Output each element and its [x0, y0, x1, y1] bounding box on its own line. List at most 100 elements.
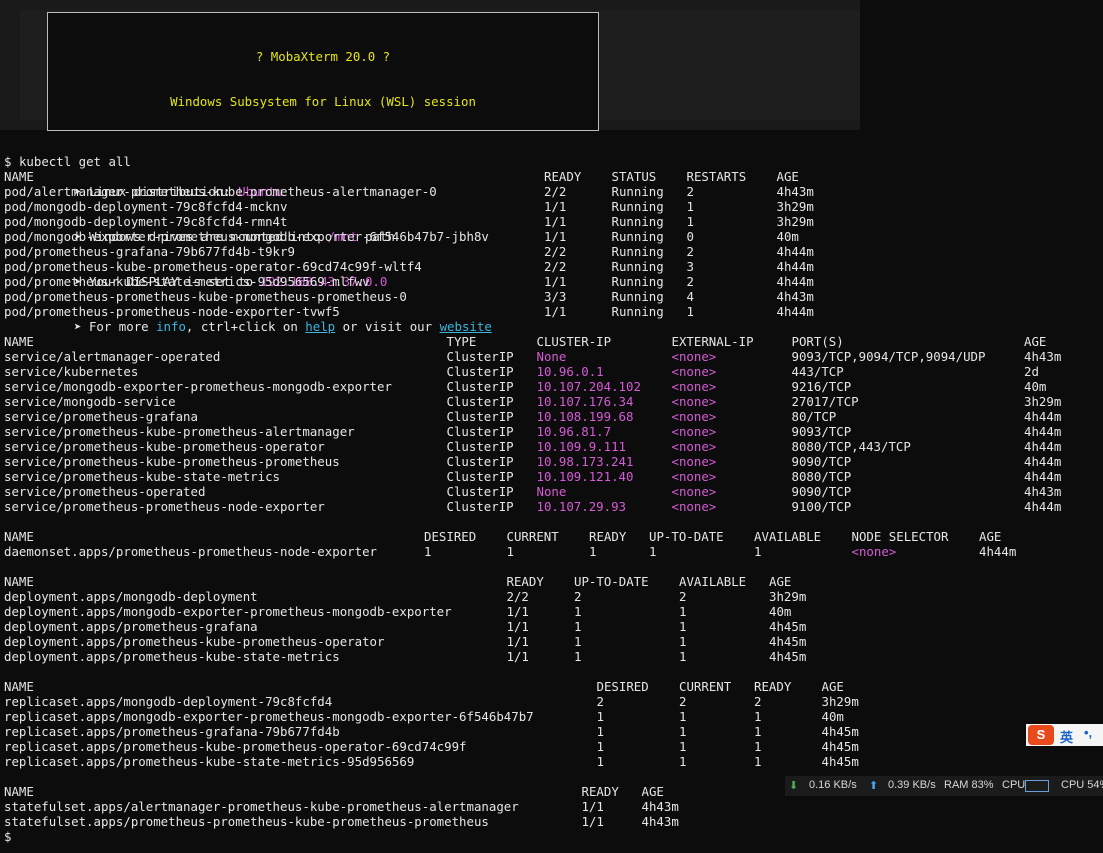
column-header: READY [544, 169, 582, 184]
table-cell: 2/2 [544, 184, 567, 199]
table-cell: Running [611, 289, 664, 304]
table-row: pod/mongodb-deployment-79c8fcfd4-rmn4t 1/… [4, 214, 814, 229]
table-cell: Running [611, 259, 664, 274]
table-row: pod/prometheus-grafana-79b677fd4b-t9kr9 2… [4, 244, 814, 259]
table-cell: 1 [596, 709, 604, 724]
table-cell: 4h44m [776, 274, 814, 289]
table-cell: Running [611, 184, 664, 199]
table-cell: 1/1 [581, 814, 604, 829]
network-monitor-bar: ⬇ 0.16 KB/s ⬆ 0.39 KB/s RAM 83% CPU CPU … [785, 776, 1103, 796]
table-cell: 1 [589, 544, 597, 559]
table-cell: <none> [671, 469, 717, 484]
table-cell: <none> [851, 544, 897, 559]
table-cell: <none> [671, 379, 717, 394]
table-cell: Running [611, 244, 664, 259]
table-header-row: NAME READY STATUS RESTARTS AGE [4, 169, 799, 184]
table-cell: pod/mongodb-deployment-79c8fcfd4-mcknv [4, 199, 288, 214]
column-header: NAME [4, 169, 34, 184]
table-cell: 9090/TCP [791, 454, 852, 469]
table-cell: daemonset.apps/prometheus-prometheus-nod… [4, 544, 377, 559]
column-header: AGE [769, 574, 792, 589]
column-header: UP-TO-DATE [574, 574, 649, 589]
table-cell: 4h45m [769, 619, 807, 634]
table-cell: 2 [754, 694, 762, 709]
table-row: service/prometheus-kube-prometheus-prome… [4, 454, 1061, 469]
ime-toolbar[interactable]: S 英 •, [1026, 724, 1103, 746]
prompt: $ [4, 154, 12, 169]
table-cell: 3 [686, 259, 694, 274]
column-header: RESTARTS [686, 169, 747, 184]
ime-punctuation[interactable]: •, [1084, 725, 1092, 740]
table-cell: 9093/TCP [791, 424, 852, 439]
table-cell: 4h43m [1024, 484, 1062, 499]
table-cell: 9090/TCP [791, 484, 852, 499]
table-cell: service/prometheus-prometheus-node-expor… [4, 499, 325, 514]
table-cell: 4h45m [821, 754, 859, 769]
final-prompt[interactable]: $ [4, 829, 131, 844]
upload-rate: 0.39 KB/s [888, 779, 936, 791]
help-link[interactable]: help [305, 319, 335, 334]
table-cell: 4h44m [1024, 499, 1062, 514]
table-cell: service/prometheus-grafana [4, 409, 198, 424]
info-link[interactable]: info [156, 319, 186, 334]
table-cell: 1 [574, 634, 582, 649]
table-cell: 1 [754, 754, 762, 769]
table-row: service/mongodb-service ClusterIP 10.107.1… [4, 394, 1061, 409]
table-row: statefulset.apps/prometheus-prometheus-k… [4, 814, 679, 829]
ram-usage: RAM 83% [944, 779, 994, 791]
table-cell: 3h29m [769, 589, 807, 604]
column-header: PORT(S) [791, 334, 844, 349]
table-cell: service/prometheus-kube-prometheus-opera… [4, 439, 325, 454]
services-table: NAME TYPE CLUSTER-IP EXTERNAL-IP PORT(S) AGE s… [4, 334, 1061, 514]
table-cell: <none> [671, 454, 717, 469]
table-cell: ClusterIP [446, 394, 514, 409]
table-cell: deployment.apps/prometheus-grafana [4, 619, 258, 634]
table-cell: 1 [424, 544, 432, 559]
table-cell: pod/mongodb-exporter-prometheus-mongodb-… [4, 229, 489, 244]
table-header-row: NAME READY UP-TO-DATE AVAILABLE AGE [4, 574, 791, 589]
table-row: pod/prometheus-prometheus-node-exporter-… [4, 304, 814, 319]
ime-language[interactable]: 英 [1060, 727, 1073, 746]
table-cell: 1/1 [581, 799, 604, 814]
table-cell: pod/prometheus-prometheus-node-exporter-… [4, 304, 340, 319]
table-cell: 4h44m [1024, 424, 1062, 439]
column-header: NAME [4, 784, 34, 799]
banner-title: ? MobaXterm 20.0 ? [255, 49, 391, 64]
table-row: daemonset.apps/prometheus-prometheus-nod… [4, 544, 1016, 559]
table-row: replicaset.apps/mongodb-deployment-79c8f… [4, 694, 859, 709]
table-cell: 1 [679, 619, 687, 634]
column-header: NAME [4, 679, 34, 694]
table-cell: 40m [1024, 379, 1047, 394]
table-cell: 10.98.173.241 [536, 454, 634, 469]
table-row: service/alertmanager-operated ClusterIP No… [4, 349, 1061, 364]
table-cell: 1/1 [506, 619, 529, 634]
table-cell: 1 [679, 739, 687, 754]
table-cell: pod/mongodb-deployment-79c8fcfd4-rmn4t [4, 214, 288, 229]
table-cell: <none> [671, 439, 717, 454]
table-cell: pod/prometheus-grafana-79b677fd4b-t9kr9 [4, 244, 295, 259]
table-cell: 40m [776, 229, 799, 244]
table-cell: 1/1 [544, 304, 567, 319]
table-cell: None [536, 349, 567, 364]
table-cell: 4h43m [641, 799, 679, 814]
table-cell: 1 [754, 709, 762, 724]
table-cell: deployment.apps/mongodb-exporter-prometh… [4, 604, 452, 619]
table-cell: 443/TCP [791, 364, 844, 379]
sogou-logo-icon[interactable]: S [1028, 725, 1054, 745]
table-row: pod/prometheus-kube-prometheus-operator-… [4, 259, 814, 274]
table-cell: replicaset.apps/prometheus-grafana-79b67… [4, 724, 340, 739]
table-row: service/prometheus-grafana ClusterIP 10.10… [4, 409, 1061, 424]
table-cell: 80/TCP [791, 409, 837, 424]
table-cell: 10.107.29.93 [536, 499, 627, 514]
table-header-row: NAME TYPE CLUSTER-IP EXTERNAL-IP PORT(S) AGE [4, 334, 1046, 349]
column-header: AGE [641, 784, 664, 799]
table-cell: 10.96.0.1 [536, 364, 604, 379]
column-header: CURRENT [679, 679, 732, 694]
website-link[interactable]: website [440, 319, 492, 334]
table-cell: 1 [679, 724, 687, 739]
table-cell: ClusterIP [446, 379, 514, 394]
table-cell: 4h43m [1024, 349, 1062, 364]
terminal-output[interactable]: $ kubectl get all NAME READY STATUS RESTART… [4, 154, 1061, 844]
